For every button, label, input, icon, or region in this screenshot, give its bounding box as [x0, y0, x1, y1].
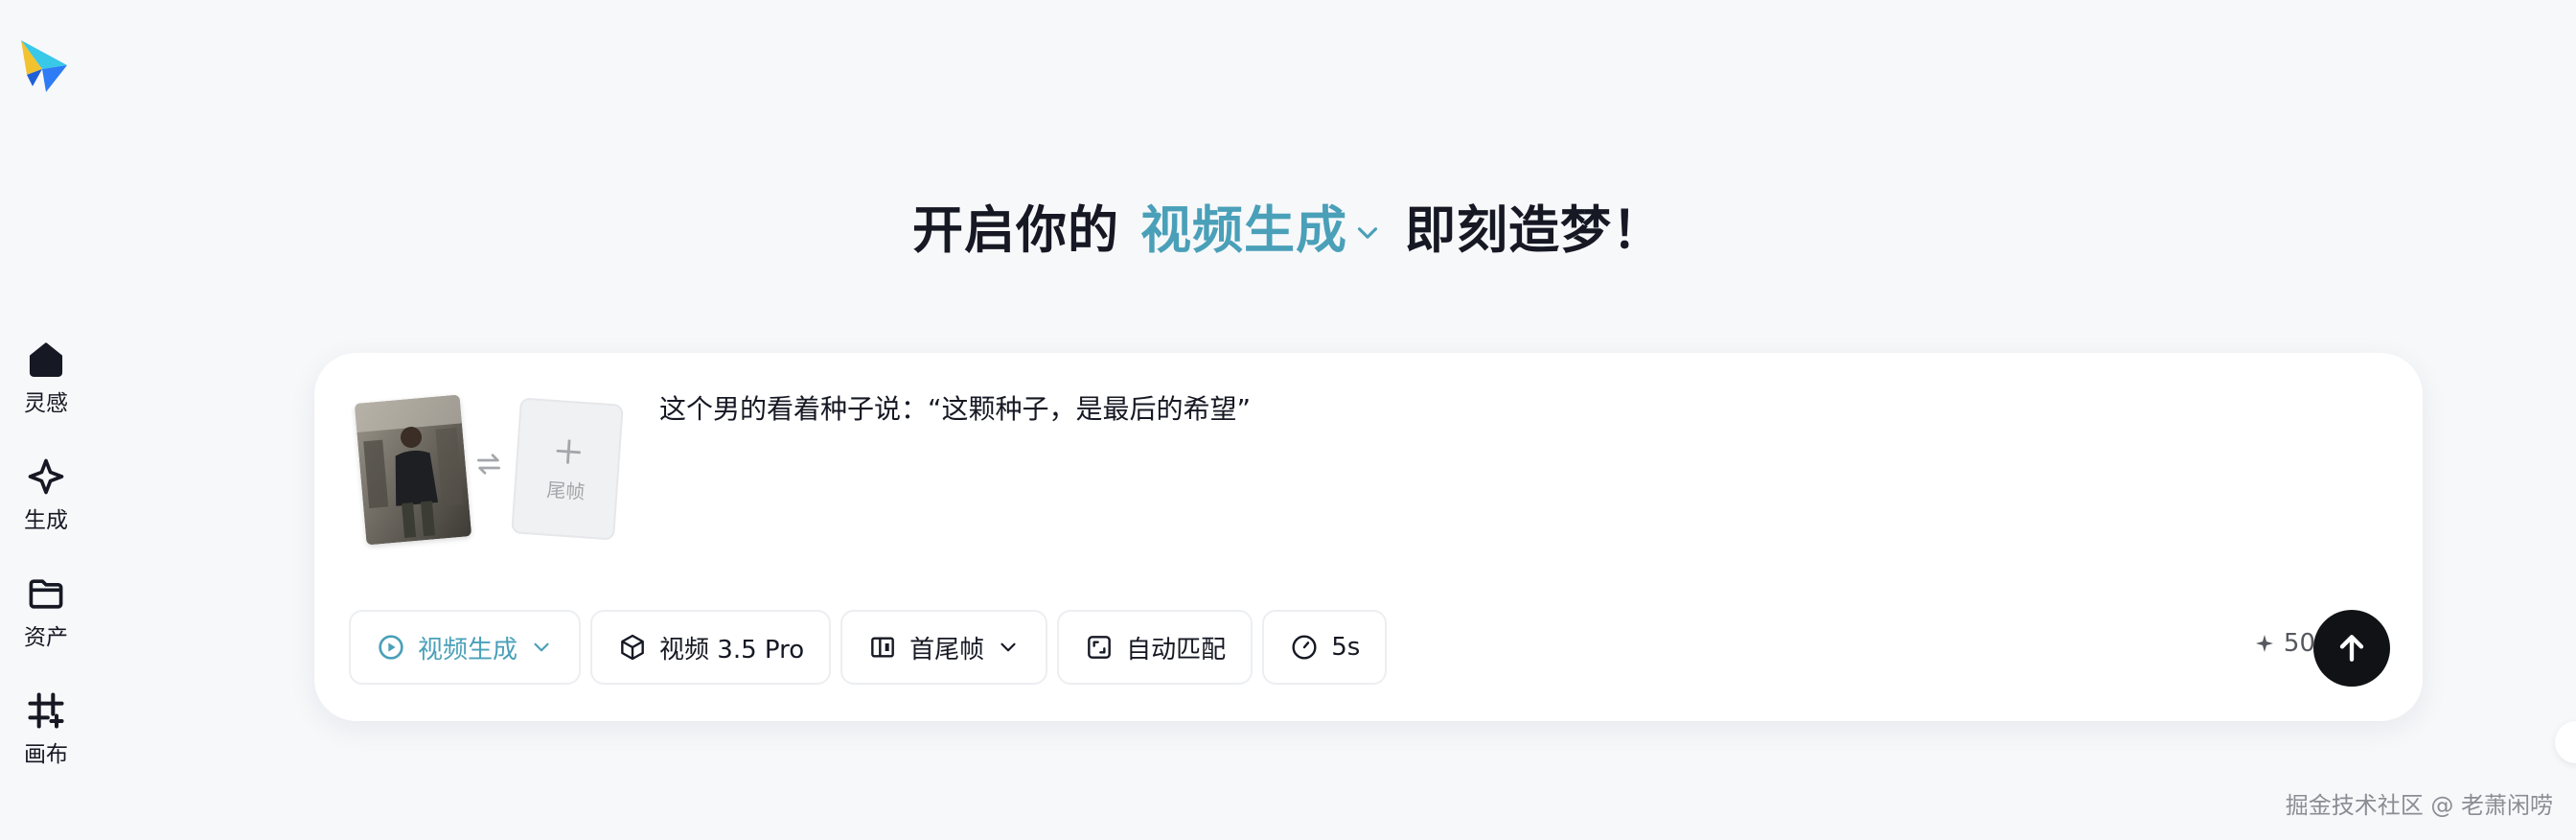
- sidebar-item-canvas[interactable]: 画布: [0, 689, 92, 785]
- mode-select-label: 视频生成: [418, 635, 518, 665]
- sidebar-item-label: 画布: [24, 742, 68, 767]
- duration-label: 5s: [1331, 633, 1361, 662]
- sparkle-icon: [2255, 635, 2273, 652]
- first-frame-thumbnail[interactable]: [354, 394, 472, 546]
- home-icon: [29, 342, 63, 377]
- sidebar-item-inspiration[interactable]: 灵感: [0, 338, 92, 434]
- swap-frames-icon[interactable]: [473, 449, 504, 479]
- model-select-button[interactable]: 视频 3.5 Pro: [590, 610, 832, 685]
- prompt-input[interactable]: 这个男的看着种子说：“这颗种子，是最后的希望”: [659, 387, 2365, 432]
- canvas-grid-icon: [28, 692, 64, 729]
- sidebar-item-label: 生成: [24, 508, 68, 533]
- chevron-down-icon: [534, 642, 549, 652]
- aspect-ratio-icon: [1088, 636, 1112, 659]
- chevron-down-icon: [1000, 642, 1016, 652]
- prompt-composer: 尾帧 这个男的看着种子说：“这颗种子，是最后的希望” 视频生成 视频 3.5 P…: [314, 353, 2423, 721]
- app-logo[interactable]: [13, 36, 71, 94]
- duration-button[interactable]: 5s: [1262, 610, 1388, 685]
- mode-select-button[interactable]: 视频生成: [349, 610, 582, 685]
- title-mode-label: 视频生成: [1140, 201, 1347, 260]
- aspect-ratio-button[interactable]: 自动匹配: [1057, 610, 1254, 685]
- page-title: 开启你的 视频生成 即刻造梦！: [0, 188, 2576, 265]
- sidebar-item-label: 灵感: [24, 391, 68, 416]
- title-prefix: 开启你的: [912, 201, 1119, 260]
- paper-plane-logo-icon: [21, 40, 67, 92]
- cube-icon: [621, 634, 644, 661]
- video-play-icon: [379, 635, 403, 660]
- composer-toolbar: 视频生成 视频 3.5 Pro 首尾帧 自动匹配 5s: [349, 610, 1388, 685]
- sparkle-icon: [28, 458, 64, 495]
- credit-cost: 50: [2253, 629, 2315, 658]
- credit-value: 50: [2283, 629, 2315, 658]
- send-button[interactable]: [2313, 610, 2390, 687]
- last-frame-upload[interactable]: 尾帧: [511, 397, 624, 541]
- side-panel-handle[interactable]: [2555, 721, 2576, 763]
- frame-mode-select-button[interactable]: 首尾帧: [840, 610, 1048, 685]
- title-suffix: 即刻造梦！: [1405, 201, 1664, 260]
- title-mode-dropdown[interactable]: 视频生成: [1140, 190, 1384, 263]
- sidebar-item-label: 资产: [24, 625, 68, 650]
- frame-mode-label: 首尾帧: [909, 635, 985, 665]
- sidebar-item-assets[interactable]: 资产: [0, 572, 92, 668]
- first-frame-photo: [354, 394, 472, 546]
- folder-icon: [29, 579, 63, 609]
- frames-icon: [871, 637, 895, 658]
- chevron-down-icon: [1357, 227, 1378, 239]
- aspect-ratio-label: 自动匹配: [1126, 635, 1227, 665]
- plus-icon: [556, 438, 582, 464]
- last-frame-label: 尾帧: [545, 478, 586, 503]
- sidebar-item-generate[interactable]: 生成: [0, 455, 92, 551]
- arrow-up-icon: [2339, 635, 2364, 662]
- watermark: 掘金技术社区 @ 老萧闲唠: [2285, 792, 2553, 819]
- model-select-label: 视频 3.5 Pro: [659, 635, 805, 665]
- clock-icon: [1292, 635, 1317, 660]
